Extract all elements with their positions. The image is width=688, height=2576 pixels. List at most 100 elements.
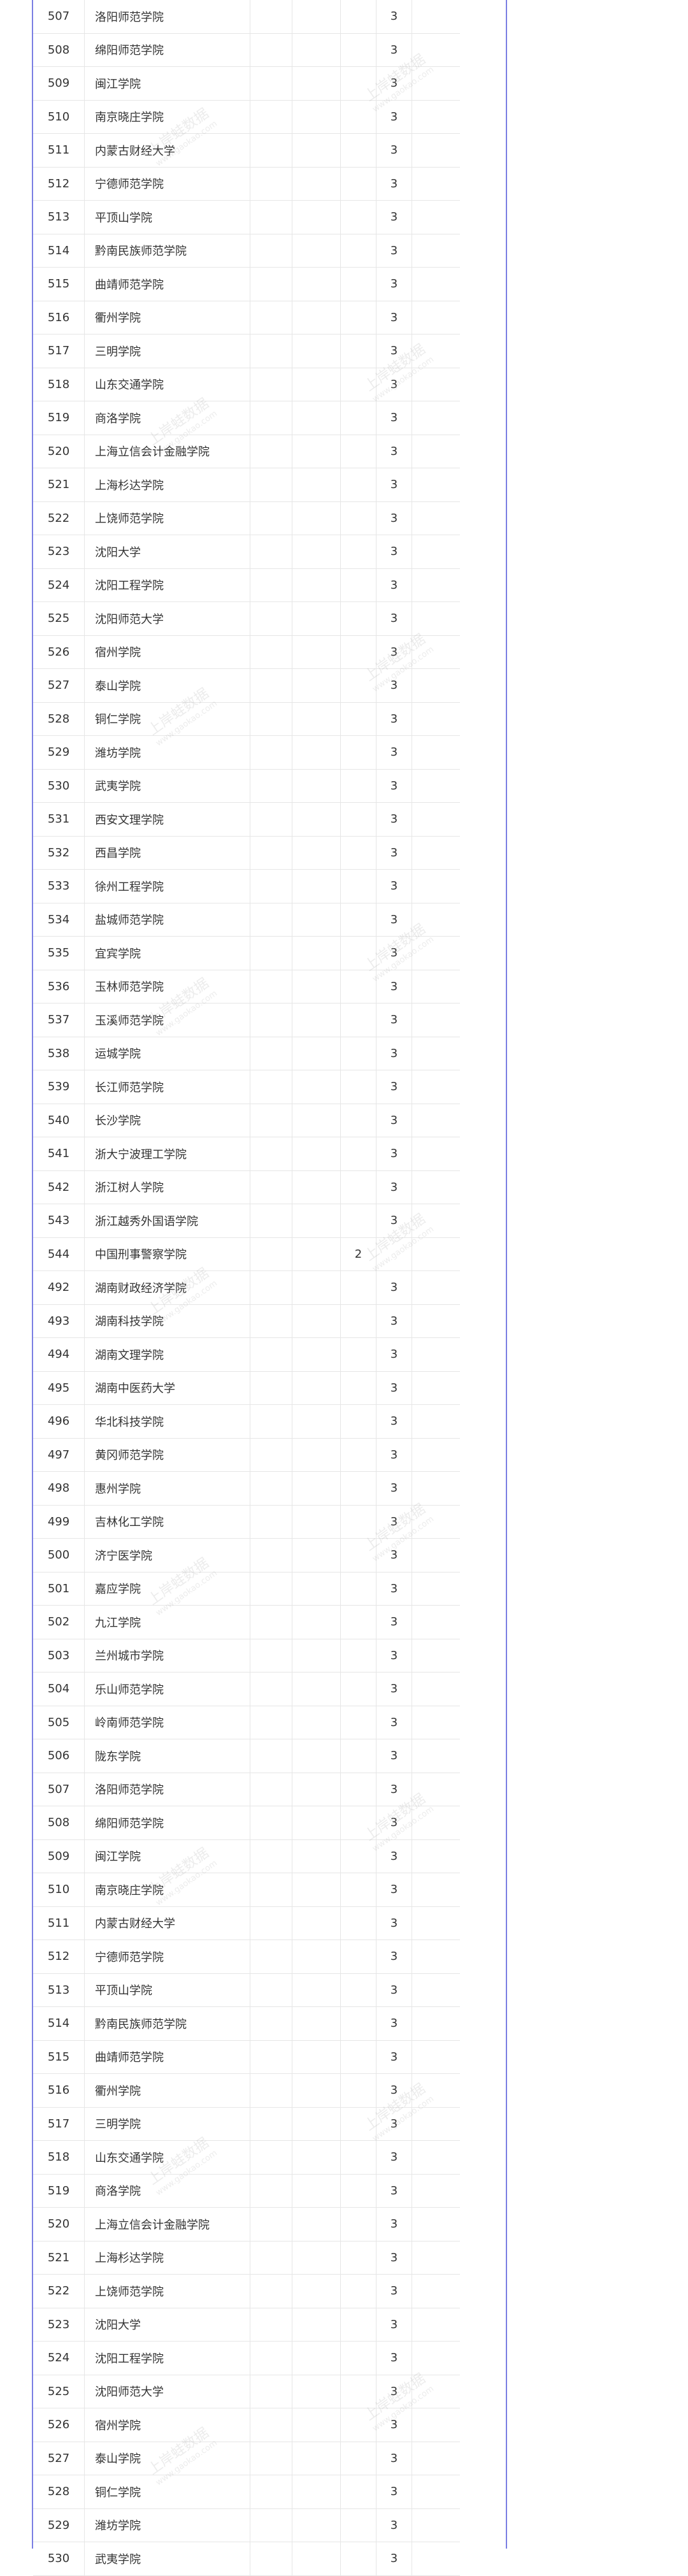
school-name-cell: 商洛学院: [84, 2174, 250, 2208]
ranking-table: 507 洛阳师范学院 3 508 绵阳师范学院 3 509 闽江学院 3 510 南京晓庄学院 3 51…: [33, 0, 460, 2576]
school-name-cell: 浙江越秀外国语学院: [84, 1204, 250, 1238]
column-d-cell: 3: [376, 468, 412, 502]
column-c-cell: [340, 100, 376, 134]
rank-cell: 496: [33, 1404, 85, 1439]
table-row: 498 惠州学院 3: [33, 1471, 460, 1506]
school-name-cell: 西安文理学院: [84, 802, 250, 837]
table-row: 528 铜仁学院 3: [33, 2475, 460, 2509]
column-a-cell: [250, 802, 292, 837]
rank-cell: 523: [33, 2308, 85, 2342]
column-e-cell: [412, 1270, 460, 1305]
column-b-cell: [292, 2341, 341, 2375]
rank-cell: 516: [33, 301, 85, 335]
column-a-cell: [250, 2107, 292, 2141]
school-name-cell: 黔南民族师范学院: [84, 2006, 250, 2041]
column-c-cell: [340, 1706, 376, 1739]
school-name-cell: 绵阳师范学院: [84, 1806, 250, 1840]
column-c-cell: [340, 568, 376, 602]
column-e-cell: [412, 1505, 460, 1539]
table-row: 529 潍坊学院 3: [33, 735, 460, 770]
column-b-cell: [292, 1773, 341, 1806]
column-a-cell: [250, 702, 292, 736]
school-name-cell: 盐城师范学院: [84, 903, 250, 937]
table-row: 511 内蒙古财经大学 3: [33, 1906, 460, 1940]
column-a-cell: [250, 501, 292, 535]
column-a-cell: [250, 535, 292, 569]
column-c-cell: [340, 535, 376, 569]
rank-cell: 510: [33, 100, 85, 134]
column-e-cell: [412, 468, 460, 502]
table-row: 499 吉林化工学院 3: [33, 1505, 460, 1539]
school-name-cell: 泰山学院: [84, 668, 250, 703]
table-row: 500 济宁医学院 3: [33, 1538, 460, 1572]
rank-cell: 525: [33, 601, 85, 636]
table-row: 493 湖南科技学院 3: [33, 1304, 460, 1338]
column-d-cell: 3: [376, 1839, 412, 1873]
column-b-cell: [292, 234, 341, 268]
column-a-cell: [250, 1438, 292, 1472]
rank-cell: 522: [33, 2274, 85, 2308]
column-e-cell: [412, 568, 460, 602]
column-e-cell: [412, 702, 460, 736]
column-e-cell: [412, 1873, 460, 1907]
column-c-cell: [340, 2542, 376, 2576]
table-row: 514 黔南民族师范学院 3: [33, 234, 460, 268]
school-name-cell: 南京晓庄学院: [84, 100, 250, 134]
table-row: 540 长沙学院 3: [33, 1104, 460, 1137]
column-a-cell: [250, 2241, 292, 2275]
school-name-cell: 湖南科技学院: [84, 1304, 250, 1338]
table-row: 519 商洛学院 3: [33, 2174, 460, 2208]
school-name-cell: 运城学院: [84, 1037, 250, 1070]
column-a-cell: [250, 1839, 292, 1873]
column-b-cell: [292, 167, 341, 201]
table-row: 503 兰州城市学院 3: [33, 1639, 460, 1673]
school-name-cell: 上海杉达学院: [84, 2241, 250, 2275]
column-b-cell: [292, 2073, 341, 2108]
school-name-cell: 上饶师范学院: [84, 2274, 250, 2308]
school-name-cell: 闽江学院: [84, 66, 250, 101]
column-c-cell: [340, 1973, 376, 2007]
column-a-cell: [250, 936, 292, 970]
column-d-cell: 3: [376, 2174, 412, 2208]
column-a-cell: [250, 1070, 292, 1104]
school-name-cell: 武夷学院: [84, 769, 250, 803]
column-c-cell: [340, 970, 376, 1004]
table-row: 517 三明学院 3: [33, 2107, 460, 2141]
column-a-cell: [250, 1505, 292, 1539]
column-b-cell: [292, 769, 341, 803]
rank-cell: 521: [33, 2241, 85, 2275]
column-a-cell: [250, 301, 292, 335]
column-b-cell: [292, 368, 341, 401]
school-name-cell: 兰州城市学院: [84, 1639, 250, 1673]
school-name-cell: 内蒙古财经大学: [84, 133, 250, 168]
school-name-cell: 上海杉达学院: [84, 468, 250, 502]
column-d-cell: 3: [376, 2207, 412, 2241]
column-a-cell: [250, 1572, 292, 1606]
column-d-cell: 3: [376, 1973, 412, 2007]
rank-cell: 514: [33, 2006, 85, 2041]
column-c-cell: [340, 1037, 376, 1070]
column-a-cell: [250, 2542, 292, 2576]
rank-cell: 505: [33, 1706, 85, 1739]
column-b-cell: [292, 1003, 341, 1037]
column-b-cell: [292, 1304, 341, 1338]
school-name-cell: 平顶山学院: [84, 1973, 250, 2007]
rank-cell: 544: [33, 1237, 85, 1271]
table-row: 508 绵阳师范学院 3: [33, 1806, 460, 1840]
rank-cell: 517: [33, 334, 85, 368]
column-d-cell: 3: [376, 1337, 412, 1372]
table-row: 534 盐城师范学院 3: [33, 903, 460, 937]
column-e-cell: [412, 401, 460, 435]
school-name-cell: 沈阳师范大学: [84, 2375, 250, 2408]
column-b-cell: [292, 702, 341, 736]
column-d-cell: 3: [376, 1873, 412, 1907]
column-c-cell: [340, 1270, 376, 1305]
column-b-cell: [292, 1137, 341, 1171]
column-d-cell: 3: [376, 802, 412, 837]
column-d-cell: 3: [376, 635, 412, 669]
column-c-cell: [340, 200, 376, 234]
column-b-cell: [292, 2207, 341, 2241]
column-c-cell: [340, 2475, 376, 2509]
rank-cell: 498: [33, 1471, 85, 1506]
column-b-cell: [292, 2375, 341, 2408]
